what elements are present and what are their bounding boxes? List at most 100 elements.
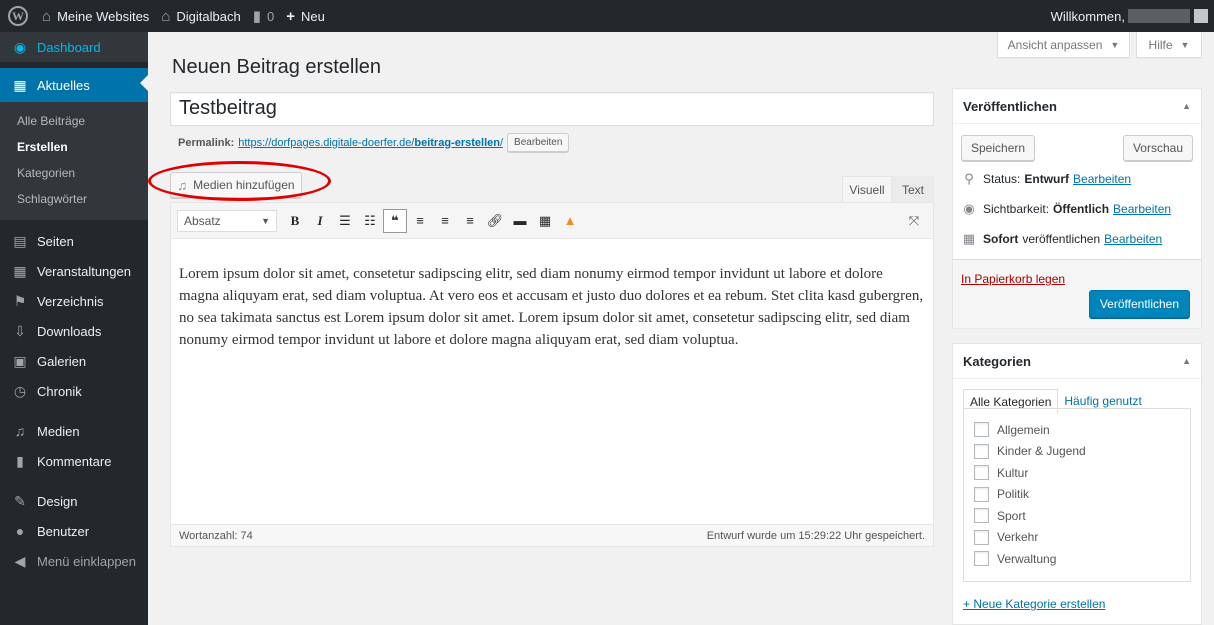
comments-menu[interactable]: ▮ 0	[247, 0, 281, 32]
categories-box: Kategorien ▲ Alle Kategorien Häufig genut…	[952, 343, 1202, 625]
align-left-button[interactable]: ≡	[408, 209, 432, 233]
category-item[interactable]: Verkehr	[974, 527, 1180, 549]
editor-status-bar: Wortanzahl: 74 Entwurf wurde um 15:29:22…	[171, 524, 933, 546]
permalink-link[interactable]: https://dorfpages.digitale-doerfer.de/be…	[238, 137, 503, 149]
category-checklist: Allgemein Kinder & Jugend Kultur Politik…	[963, 408, 1191, 582]
permalink-edit-button[interactable]: Bearbeiten	[507, 133, 570, 152]
permalink-tail: /	[499, 136, 504, 149]
categories-box-header[interactable]: Kategorien ▲	[953, 344, 1201, 379]
bold-button[interactable]: B	[283, 209, 307, 233]
menu-media[interactable]: ♫ Medien	[0, 416, 148, 446]
menu-comments[interactable]: ▮ Kommentare	[0, 446, 148, 476]
add-media-button[interactable]: ♫ Medien hinzufügen	[170, 172, 302, 198]
menu-directory[interactable]: ⚑ Verzeichnis	[0, 286, 148, 316]
toolbar-toggle-button[interactable]: ▦	[533, 209, 557, 233]
menu-label: Aktuelles	[37, 77, 90, 93]
submenu-categories[interactable]: Kategorien	[0, 160, 148, 186]
italic-button[interactable]: I	[308, 209, 332, 233]
brush-icon: ✎	[14, 493, 26, 509]
permalink-label: Permalink:	[178, 136, 235, 149]
menu-posts[interactable]: ▦ Aktuelles	[0, 68, 148, 102]
preview-button[interactable]: Vorschau	[1122, 135, 1193, 161]
menu-label: Galerien	[37, 353, 87, 369]
trash-link[interactable]: In Papierkorb legen	[961, 272, 1065, 286]
read-more-button[interactable]: ▬	[508, 209, 532, 233]
tab-visual[interactable]: Visuell	[842, 176, 892, 203]
screen-options-label: Ansicht anpassen	[1007, 37, 1103, 52]
submenu-tags[interactable]: Schlagwörter	[0, 186, 148, 212]
sites-icon: ⌂	[42, 7, 52, 25]
menu-appearance[interactable]: ✎ Design	[0, 486, 148, 516]
submenu-add-new[interactable]: Erstellen	[0, 134, 148, 160]
category-checkbox[interactable]	[974, 551, 989, 567]
category-item[interactable]: Politik	[974, 484, 1180, 506]
format-value: Absatz	[184, 213, 221, 228]
align-center-button[interactable]: ≡	[433, 209, 457, 233]
submenu-all-posts[interactable]: Alle Beiträge	[0, 108, 148, 134]
account-menu[interactable]: Willkommen,	[1045, 0, 1214, 32]
visibility-edit-link[interactable]: Bearbeiten	[1113, 202, 1171, 216]
gallery-icon: ▣	[13, 353, 27, 369]
menu-events[interactable]: ▦ Veranstaltungen	[0, 256, 148, 286]
menu-label: Benutzer	[37, 523, 90, 539]
autosave-notice: Entwurf wurde um 15:29:22 Uhr gespeicher…	[706, 529, 925, 542]
menu-galleries[interactable]: ▣ Galerien	[0, 346, 148, 376]
page-title: Neuen Beitrag erstellen	[172, 56, 382, 78]
category-checkbox[interactable]	[974, 422, 989, 438]
format-select[interactable]: Absatz ▼	[177, 209, 277, 232]
category-label: Kinder & Jugend	[997, 444, 1086, 459]
menu-collapse[interactable]: ◀ Menü einklappen	[0, 546, 148, 576]
status-edit-link[interactable]: Bearbeiten	[1073, 172, 1131, 186]
editor-content[interactable]: Lorem ipsum dolor sit amet, consetetur s…	[171, 239, 933, 524]
category-label: Politik	[997, 487, 1030, 502]
menu-dashboard[interactable]: ◉ Dashboard	[0, 32, 148, 62]
publish-button[interactable]: Veröffentlichen	[1088, 290, 1190, 318]
menu-pages[interactable]: ▤ Seiten	[0, 226, 148, 256]
menu-downloads[interactable]: ⇩ Downloads	[0, 316, 148, 346]
numbered-list-button[interactable]: ☷	[358, 209, 382, 233]
category-item[interactable]: Sport	[974, 505, 1180, 527]
schedule-edit-link[interactable]: Bearbeiten	[1104, 232, 1162, 246]
menu-users[interactable]: ● Benutzer	[0, 516, 148, 546]
save-draft-button[interactable]: Speichern	[961, 135, 1036, 161]
permalink-base: https://dorfpages.digitale-doerfer.de/	[238, 136, 415, 149]
new-content-menu[interactable]: + Neu	[280, 0, 331, 32]
category-item[interactable]: Kinder & Jugend	[974, 441, 1180, 463]
menu-chronicle[interactable]: ◷ Chronik	[0, 376, 148, 406]
category-item[interactable]: Allgemein	[974, 419, 1180, 441]
fullscreen-icon[interactable]: ⤧	[902, 209, 926, 233]
visibility-label: Sichtbarkeit:	[983, 202, 1050, 216]
tab-text[interactable]: Text	[892, 176, 934, 203]
align-right-button[interactable]: ≡	[458, 209, 482, 233]
posts-icon: ▦	[13, 77, 27, 93]
avatar	[1194, 9, 1208, 23]
permalink-slug: beitrag-erstellen	[414, 136, 500, 149]
category-checkbox[interactable]	[974, 508, 989, 524]
category-item[interactable]: Verwaltung	[974, 548, 1180, 570]
media-icon: ♫	[14, 423, 26, 439]
blockquote-button[interactable]: ❝	[383, 208, 407, 233]
screen-options-button[interactable]: Ansicht anpassen ▼	[997, 32, 1130, 58]
category-checkbox[interactable]	[974, 443, 989, 459]
my-sites-menu[interactable]: ⌂ Meine Websites	[36, 0, 155, 32]
menu-label: Downloads	[37, 323, 102, 339]
category-checkbox[interactable]	[974, 486, 989, 502]
rocket-icon[interactable]: ▲	[558, 209, 582, 233]
directory-icon: ⚑	[13, 293, 27, 309]
editor-toolbar: Absatz ▼ B I ☰ ☷ ❝ ≡ ≡ ≡ 🔗︎ ▬ ▦ ▲ ⤧	[171, 203, 933, 239]
menu-label: Dashboard	[37, 39, 101, 55]
collapse-icon: ◀	[14, 553, 26, 569]
post-title-input[interactable]: Testbeitrag	[170, 92, 934, 126]
link-button[interactable]: 🔗︎	[483, 209, 507, 233]
category-checkbox[interactable]	[974, 465, 989, 481]
help-button[interactable]: Hilfe ▼	[1136, 32, 1202, 58]
add-new-category-link[interactable]: + Neue Kategorie erstellen	[963, 597, 1105, 611]
wordpress-logo-menu[interactable]: W	[0, 0, 36, 32]
bullet-list-button[interactable]: ☰	[333, 209, 357, 233]
publish-box-header[interactable]: Veröffentlichen ▲	[953, 89, 1201, 124]
help-label: Hilfe	[1148, 37, 1173, 52]
category-item[interactable]: Kultur	[974, 462, 1180, 484]
menu-label: Seiten	[37, 233, 74, 249]
category-checkbox[interactable]	[974, 529, 989, 545]
site-name-menu[interactable]: ⌂ Digitalbach	[155, 0, 246, 32]
